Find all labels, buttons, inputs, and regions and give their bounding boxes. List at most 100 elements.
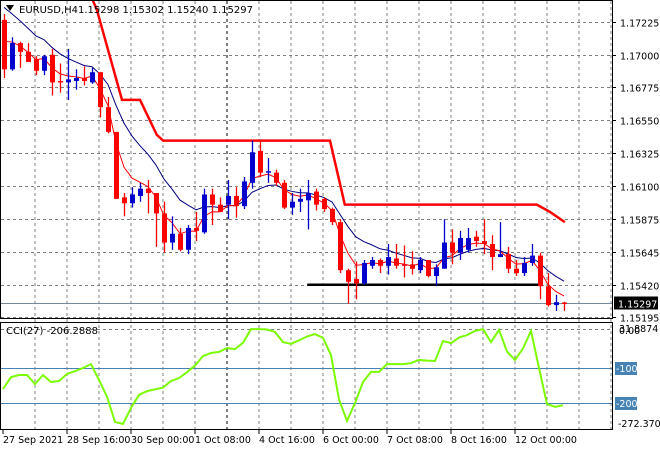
candle-body <box>26 51 31 63</box>
price-tick-label: 1.15195 <box>620 314 659 325</box>
candle-body <box>106 107 111 132</box>
candle-body <box>338 222 343 271</box>
cci-level-label: -200 <box>616 399 638 410</box>
candle-body <box>418 259 423 271</box>
candle-body <box>354 278 359 284</box>
candle-body <box>74 78 79 81</box>
ohlc-readout: 1.15298 1.15302 1.15240 1.15297 <box>78 5 253 16</box>
candle-body <box>226 195 231 205</box>
bear-candle <box>338 219 343 274</box>
candle-body <box>258 150 263 173</box>
candle-body <box>50 54 55 83</box>
bear-candle <box>426 259 431 278</box>
candle-body <box>506 254 511 269</box>
candle-body <box>458 238 463 253</box>
time-tick-label: 12 Oct 00:00 <box>515 435 577 446</box>
cci-level-label: -100 <box>616 364 638 375</box>
price-tick-label: 1.15645 <box>620 249 659 260</box>
candle-body <box>474 236 479 242</box>
candle-body <box>402 264 407 266</box>
candle-body <box>210 194 215 205</box>
time-tick-label: 27 Sep 2021 <box>3 435 63 446</box>
candle-body <box>466 238 471 250</box>
cci-min-label: -272.3705 <box>618 419 660 430</box>
time-tick-label: 6 Oct 00:00 <box>323 435 379 446</box>
candle-body <box>554 302 559 306</box>
candle-body <box>90 72 95 83</box>
candle-body <box>66 79 71 83</box>
candle-body <box>442 242 447 269</box>
price-tick-label: 1.17000 <box>620 52 659 63</box>
time-tick-label: 30 Sep 00:00 <box>131 435 194 446</box>
price-tick-label: 1.15420 <box>620 282 659 293</box>
candle-body <box>346 270 351 282</box>
candle-body <box>170 233 175 243</box>
candle-body <box>490 243 495 258</box>
candle-body <box>138 188 143 196</box>
candle-body <box>154 193 159 214</box>
candle-body <box>34 59 39 71</box>
candle-body <box>386 257 391 266</box>
candle-body <box>82 78 87 81</box>
candle-body <box>378 259 383 266</box>
candle-body <box>450 242 455 253</box>
candle-body <box>194 227 199 231</box>
candle-body <box>394 258 399 266</box>
bull-candle <box>242 177 247 210</box>
price-tick-label: 1.15875 <box>620 216 659 227</box>
candle-body <box>130 194 135 204</box>
price-tick-label: 1.16325 <box>620 150 659 161</box>
candle-body <box>58 80 63 83</box>
candle-body <box>522 262 527 274</box>
time-tick-label: 1 Oct 08:00 <box>195 435 251 446</box>
candle-body <box>178 233 183 250</box>
bull-candle <box>202 188 207 234</box>
candle-body <box>370 259 375 266</box>
candle-body <box>234 195 239 207</box>
candle-body <box>2 19 7 70</box>
bear-candle <box>114 131 119 199</box>
candle-body <box>306 193 311 201</box>
time-tick-label: 7 Oct 08:00 <box>387 435 443 446</box>
candle-body <box>282 182 287 208</box>
candle-body <box>482 241 487 244</box>
candle-body <box>274 172 279 183</box>
cci-title: CCI(27) -206.2888 <box>6 326 98 337</box>
candle-body <box>546 286 551 306</box>
candle-body <box>10 43 15 70</box>
bear-candle <box>282 179 287 210</box>
candle-body <box>434 267 439 276</box>
candle-body <box>18 43 23 52</box>
candle-body <box>410 264 415 269</box>
time-tick-label: 8 Oct 16:00 <box>451 435 507 446</box>
candle-body <box>146 188 151 194</box>
time-tick-label: 28 Sep 16:00 <box>67 435 130 446</box>
candle-body <box>266 171 271 173</box>
candle-body <box>250 152 255 183</box>
candle-body <box>426 259 431 276</box>
candle-body <box>498 254 503 258</box>
candle-body <box>114 131 119 199</box>
candle-body <box>330 209 335 223</box>
candle-body <box>530 255 535 263</box>
candle-body <box>122 197 127 204</box>
price-tick-label: 1.16775 <box>620 84 659 95</box>
candle-body <box>298 198 303 202</box>
price-tick-label: 1.16100 <box>620 183 659 194</box>
candle-body <box>162 213 167 243</box>
current-price-label: 1.15297 <box>618 300 657 311</box>
chart-canvas: 1.17225 1.17000 1.16775 1.16550 1.16325 1.161… <box>0 0 660 450</box>
bear-candle <box>2 13 7 79</box>
cci-zero-label: 0.00 <box>619 326 640 337</box>
candle-body <box>290 201 295 208</box>
candle-body <box>538 255 543 287</box>
candle-body <box>562 302 567 304</box>
time-tick-label: 4 Oct 16:00 <box>259 435 315 446</box>
price-tick-label: 1.16550 <box>620 117 659 128</box>
price-tick-label: 1.17225 <box>620 19 659 30</box>
candle-body <box>514 268 519 274</box>
candle-body <box>202 194 207 233</box>
candle-body <box>322 198 327 210</box>
chart-title: EURUSD,H4 <box>19 5 78 16</box>
bull-candle <box>362 259 367 285</box>
